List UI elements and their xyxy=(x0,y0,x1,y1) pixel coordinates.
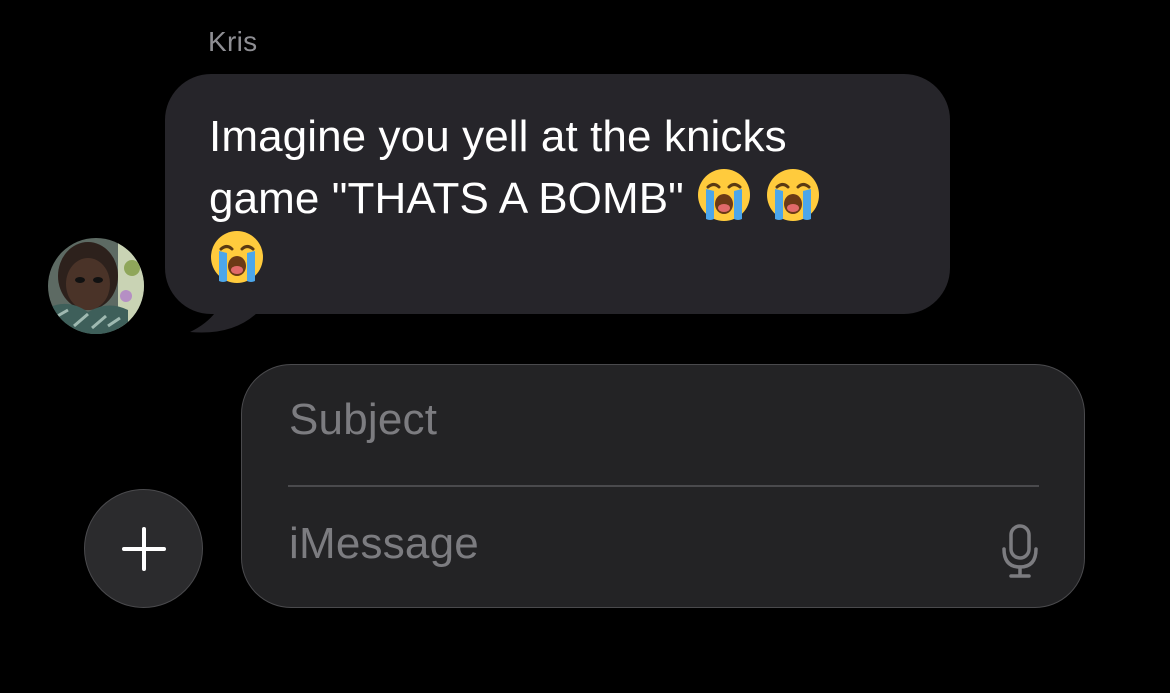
compose-divider xyxy=(288,485,1039,487)
plus-icon xyxy=(121,526,166,571)
message-text: Imagine you yell at the knicks game "THA… xyxy=(209,106,910,291)
contact-avatar[interactable] xyxy=(48,238,144,334)
received-message-bubble[interactable]: Imagine you yell at the knicks game "THA… xyxy=(165,74,950,336)
avatar-photo xyxy=(48,238,144,334)
compose-box: Subject iMessage xyxy=(241,364,1085,608)
loudly-crying-face-icon xyxy=(696,167,752,223)
subject-input[interactable]: Subject xyxy=(289,395,989,445)
add-attachment-button[interactable] xyxy=(84,489,203,608)
loudly-crying-face-icon xyxy=(209,229,265,285)
microphone-icon[interactable] xyxy=(1000,523,1040,579)
message-line-1: Imagine you yell at the knicks xyxy=(209,112,787,161)
message-line-2: game "THATS A BOMB" xyxy=(209,174,697,223)
loudly-crying-face-icon xyxy=(765,167,821,223)
sender-name: Kris xyxy=(208,26,258,57)
imessage-input[interactable]: iMessage xyxy=(289,519,939,569)
